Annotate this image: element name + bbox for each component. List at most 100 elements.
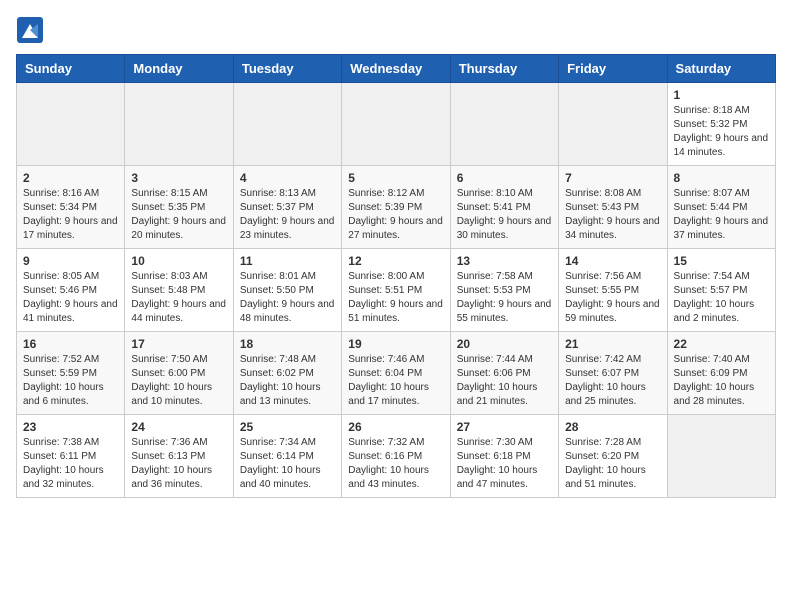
day-info: Sunrise: 7:40 AM Sunset: 6:09 PM Dayligh… bbox=[674, 353, 769, 409]
calendar-cell: 28 Sunrise: 7:28 AM Sunset: 6:20 PM Dayli… bbox=[559, 415, 667, 498]
calendar-cell: 23 Sunrise: 7:38 AM Sunset: 6:11 PM Dayli… bbox=[17, 415, 125, 498]
day-number: 14 bbox=[565, 254, 660, 268]
day-number: 19 bbox=[348, 337, 443, 351]
day-number: 6 bbox=[457, 171, 552, 185]
day-info: Sunrise: 7:52 AM Sunset: 5:59 PM Dayligh… bbox=[23, 353, 118, 409]
day-info: Sunrise: 7:32 AM Sunset: 6:16 PM Dayligh… bbox=[348, 436, 443, 492]
day-number: 10 bbox=[131, 254, 226, 268]
calendar-cell bbox=[125, 83, 233, 166]
calendar-cell: 11 Sunrise: 8:01 AM Sunset: 5:50 PM Dayli… bbox=[233, 249, 341, 332]
calendar-cell: 20 Sunrise: 7:44 AM Sunset: 6:06 PM Dayli… bbox=[450, 332, 558, 415]
day-info: Sunrise: 8:13 AM Sunset: 5:37 PM Dayligh… bbox=[240, 187, 335, 243]
day-header-friday: Friday bbox=[559, 55, 667, 83]
day-info: Sunrise: 7:44 AM Sunset: 6:06 PM Dayligh… bbox=[457, 353, 552, 409]
day-number: 4 bbox=[240, 171, 335, 185]
calendar-cell: 17 Sunrise: 7:50 AM Sunset: 6:00 PM Dayli… bbox=[125, 332, 233, 415]
calendar-cell: 16 Sunrise: 7:52 AM Sunset: 5:59 PM Dayli… bbox=[17, 332, 125, 415]
day-number: 2 bbox=[23, 171, 118, 185]
calendar-cell: 3 Sunrise: 8:15 AM Sunset: 5:35 PM Daylig… bbox=[125, 166, 233, 249]
day-info: Sunrise: 8:01 AM Sunset: 5:50 PM Dayligh… bbox=[240, 270, 335, 326]
day-info: Sunrise: 8:15 AM Sunset: 5:35 PM Dayligh… bbox=[131, 187, 226, 243]
day-number: 28 bbox=[565, 420, 660, 434]
calendar-cell bbox=[667, 415, 775, 498]
day-header-sunday: Sunday bbox=[17, 55, 125, 83]
day-info: Sunrise: 7:34 AM Sunset: 6:14 PM Dayligh… bbox=[240, 436, 335, 492]
day-info: Sunrise: 7:36 AM Sunset: 6:13 PM Dayligh… bbox=[131, 436, 226, 492]
day-number: 21 bbox=[565, 337, 660, 351]
day-number: 23 bbox=[23, 420, 118, 434]
calendar-week-1: 1 Sunrise: 8:18 AM Sunset: 5:32 PM Daylig… bbox=[17, 83, 776, 166]
day-info: Sunrise: 7:54 AM Sunset: 5:57 PM Dayligh… bbox=[674, 270, 769, 326]
day-header-monday: Monday bbox=[125, 55, 233, 83]
calendar-cell: 19 Sunrise: 7:46 AM Sunset: 6:04 PM Dayli… bbox=[342, 332, 450, 415]
day-info: Sunrise: 7:48 AM Sunset: 6:02 PM Dayligh… bbox=[240, 353, 335, 409]
calendar-cell: 4 Sunrise: 8:13 AM Sunset: 5:37 PM Daylig… bbox=[233, 166, 341, 249]
calendar-cell: 10 Sunrise: 8:03 AM Sunset: 5:48 PM Dayli… bbox=[125, 249, 233, 332]
day-number: 15 bbox=[674, 254, 769, 268]
day-number: 7 bbox=[565, 171, 660, 185]
day-info: Sunrise: 7:28 AM Sunset: 6:20 PM Dayligh… bbox=[565, 436, 660, 492]
day-number: 26 bbox=[348, 420, 443, 434]
day-number: 16 bbox=[23, 337, 118, 351]
day-info: Sunrise: 7:58 AM Sunset: 5:53 PM Dayligh… bbox=[457, 270, 552, 326]
day-number: 27 bbox=[457, 420, 552, 434]
day-info: Sunrise: 8:00 AM Sunset: 5:51 PM Dayligh… bbox=[348, 270, 443, 326]
calendar-week-2: 2 Sunrise: 8:16 AM Sunset: 5:34 PM Daylig… bbox=[17, 166, 776, 249]
day-info: Sunrise: 7:42 AM Sunset: 6:07 PM Dayligh… bbox=[565, 353, 660, 409]
logo-icon bbox=[16, 16, 44, 44]
day-info: Sunrise: 7:50 AM Sunset: 6:00 PM Dayligh… bbox=[131, 353, 226, 409]
calendar-week-3: 9 Sunrise: 8:05 AM Sunset: 5:46 PM Daylig… bbox=[17, 249, 776, 332]
calendar-cell: 24 Sunrise: 7:36 AM Sunset: 6:13 PM Dayli… bbox=[125, 415, 233, 498]
calendar-cell bbox=[17, 83, 125, 166]
calendar-cell: 15 Sunrise: 7:54 AM Sunset: 5:57 PM Dayli… bbox=[667, 249, 775, 332]
day-number: 20 bbox=[457, 337, 552, 351]
day-number: 1 bbox=[674, 88, 769, 102]
day-number: 13 bbox=[457, 254, 552, 268]
calendar-cell: 14 Sunrise: 7:56 AM Sunset: 5:55 PM Dayli… bbox=[559, 249, 667, 332]
logo bbox=[16, 16, 48, 44]
day-info: Sunrise: 7:46 AM Sunset: 6:04 PM Dayligh… bbox=[348, 353, 443, 409]
calendar-cell: 26 Sunrise: 7:32 AM Sunset: 6:16 PM Dayli… bbox=[342, 415, 450, 498]
day-info: Sunrise: 7:56 AM Sunset: 5:55 PM Dayligh… bbox=[565, 270, 660, 326]
day-number: 9 bbox=[23, 254, 118, 268]
calendar-week-5: 23 Sunrise: 7:38 AM Sunset: 6:11 PM Dayli… bbox=[17, 415, 776, 498]
day-number: 22 bbox=[674, 337, 769, 351]
day-info: Sunrise: 7:38 AM Sunset: 6:11 PM Dayligh… bbox=[23, 436, 118, 492]
day-number: 11 bbox=[240, 254, 335, 268]
calendar-cell bbox=[233, 83, 341, 166]
day-info: Sunrise: 8:05 AM Sunset: 5:46 PM Dayligh… bbox=[23, 270, 118, 326]
day-number: 12 bbox=[348, 254, 443, 268]
calendar-cell: 7Sunrise: 8:08 AM Sunset: 5:43 PM Daylig… bbox=[559, 166, 667, 249]
day-number: 17 bbox=[131, 337, 226, 351]
calendar-cell: 12 Sunrise: 8:00 AM Sunset: 5:51 PM Dayli… bbox=[342, 249, 450, 332]
day-info: Sunrise: 8:03 AM Sunset: 5:48 PM Dayligh… bbox=[131, 270, 226, 326]
day-number: 3 bbox=[131, 171, 226, 185]
calendar-header-row: SundayMondayTuesdayWednesdayThursdayFrid… bbox=[17, 55, 776, 83]
calendar-cell: 8Sunrise: 8:07 AM Sunset: 5:44 PM Daylig… bbox=[667, 166, 775, 249]
day-number: 24 bbox=[131, 420, 226, 434]
calendar-cell bbox=[450, 83, 558, 166]
day-info: Sunrise: 8:16 AM Sunset: 5:34 PM Dayligh… bbox=[23, 187, 118, 243]
calendar-cell: 25Sunrise: 7:34 AM Sunset: 6:14 PM Dayli… bbox=[233, 415, 341, 498]
day-info: Sunrise: 8:18 AM Sunset: 5:32 PM Dayligh… bbox=[674, 104, 769, 160]
page-header bbox=[16, 16, 776, 44]
day-number: 8 bbox=[674, 171, 769, 185]
calendar-cell: 18Sunrise: 7:48 AM Sunset: 6:02 PM Dayli… bbox=[233, 332, 341, 415]
calendar-week-4: 16 Sunrise: 7:52 AM Sunset: 5:59 PM Dayli… bbox=[17, 332, 776, 415]
calendar-cell: 2 Sunrise: 8:16 AM Sunset: 5:34 PM Daylig… bbox=[17, 166, 125, 249]
day-number: 5 bbox=[348, 171, 443, 185]
calendar-cell: 21 Sunrise: 7:42 AM Sunset: 6:07 PM Dayli… bbox=[559, 332, 667, 415]
day-info: Sunrise: 8:10 AM Sunset: 5:41 PM Dayligh… bbox=[457, 187, 552, 243]
day-info: Sunrise: 8:12 AM Sunset: 5:39 PM Dayligh… bbox=[348, 187, 443, 243]
day-info: Sunrise: 7:30 AM Sunset: 6:18 PM Dayligh… bbox=[457, 436, 552, 492]
calendar-cell bbox=[342, 83, 450, 166]
calendar-cell: 9 Sunrise: 8:05 AM Sunset: 5:46 PM Daylig… bbox=[17, 249, 125, 332]
day-header-tuesday: Tuesday bbox=[233, 55, 341, 83]
calendar-cell: 13 Sunrise: 7:58 AM Sunset: 5:53 PM Dayli… bbox=[450, 249, 558, 332]
calendar-cell: 1 Sunrise: 8:18 AM Sunset: 5:32 PM Daylig… bbox=[667, 83, 775, 166]
calendar-cell: 6 Sunrise: 8:10 AM Sunset: 5:41 PM Daylig… bbox=[450, 166, 558, 249]
calendar-cell: 22 Sunrise: 7:40 AM Sunset: 6:09 PM Dayli… bbox=[667, 332, 775, 415]
calendar-cell: 27 Sunrise: 7:30 AM Sunset: 6:18 PM Dayli… bbox=[450, 415, 558, 498]
day-header-saturday: Saturday bbox=[667, 55, 775, 83]
day-header-thursday: Thursday bbox=[450, 55, 558, 83]
